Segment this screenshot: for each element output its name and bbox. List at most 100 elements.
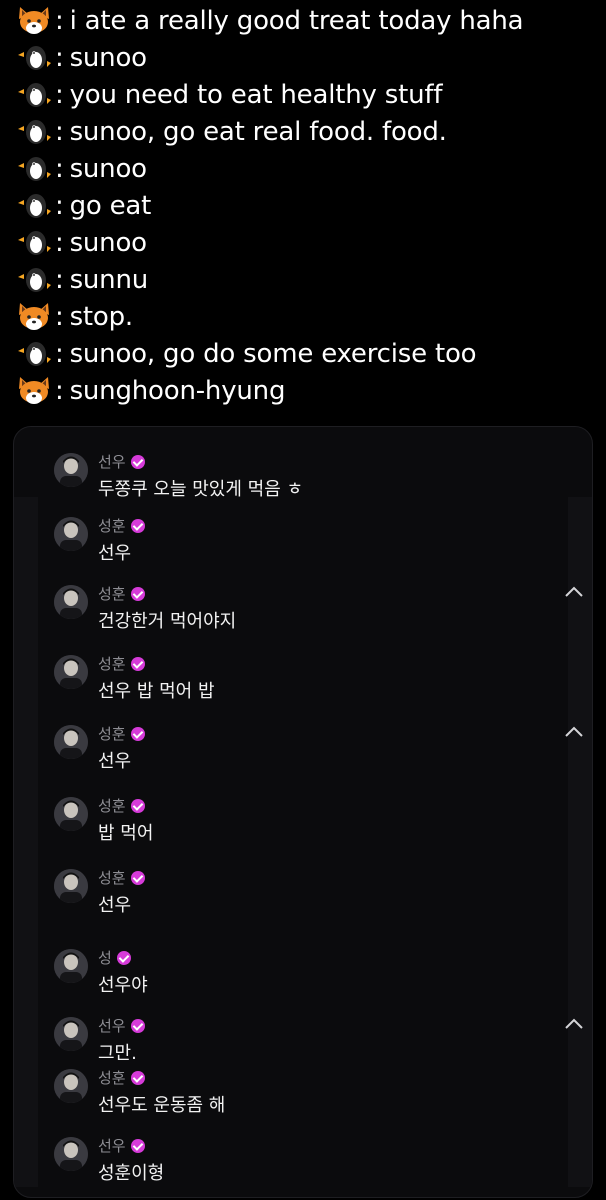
chat-message: 성훈 선우 (54, 723, 583, 783)
message-text: 건강한거 먹어야지 (98, 611, 237, 632)
chevron-up-icon[interactable] (563, 1017, 585, 1031)
avatar (54, 797, 88, 831)
message-text: 두쫑쿠 오늘 맛있게 먹음 ㅎ (98, 479, 304, 500)
translation-text: sunoo (69, 42, 148, 73)
translation-line: :i ate a really good treat today haha (14, 2, 524, 39)
chat-message: 성훈선우 (54, 515, 574, 575)
translation-text: go eat (69, 190, 152, 221)
translation-line: : go eat (14, 187, 151, 224)
penguin-icon (14, 78, 54, 112)
avatar (54, 585, 88, 619)
sender-name-text: 성훈 (98, 655, 126, 673)
penguin-icon (14, 152, 54, 186)
fox-face-icon (14, 4, 54, 38)
translation-line: : sunoo (14, 150, 147, 187)
translation-line: : sunoo, go do some exercise too (14, 335, 477, 372)
avatar (54, 725, 88, 759)
message-text: 선우야 (98, 975, 148, 996)
speaker-colon: : (55, 42, 64, 73)
translation-text: you need to eat healthy stuff (69, 79, 443, 110)
fox-face-icon (14, 300, 54, 334)
avatar (54, 655, 88, 689)
chat-message: 성선우야 (54, 947, 574, 1007)
sender-name-text: 성훈 (98, 797, 126, 815)
translation-line: : sunghoon-hyung (14, 372, 285, 409)
translation-text: sunghoon-hyung (69, 375, 286, 406)
speaker-colon: : (55, 375, 64, 406)
translation-line: : you need to eat healthy stuff (14, 76, 442, 113)
verified-badge-icon (130, 798, 145, 813)
sender-name-text: 성훈 (98, 869, 126, 887)
avatar (54, 1069, 88, 1103)
chat-screenshot-card: 선우 두쫑쿠 오늘 맛있게 먹음 ㅎ 성훈 선우 성훈 건강한거 먹어야지 성훈 선우 밥 먹… (13, 426, 593, 1198)
sender-name: 성훈 (98, 1067, 145, 1088)
translation-text: sunoo (69, 227, 148, 258)
chevron-up-icon[interactable] (563, 585, 585, 599)
sender-name: 선우 (98, 1015, 145, 1036)
sender-name: 선우 (98, 1135, 145, 1156)
chat-message: 선우성훈이형 (54, 1135, 574, 1195)
sender-name: 성훈 (98, 515, 145, 536)
fox-face-icon (14, 374, 54, 408)
chevron-up-icon[interactable] (563, 725, 585, 739)
message-text: 성훈이형 (98, 1163, 165, 1184)
sender-name-text: 성 (98, 949, 112, 967)
verified-badge-icon (116, 950, 131, 965)
translation-line: : sunoo (14, 39, 147, 76)
avatar (54, 517, 88, 551)
message-text: 선우 (98, 543, 132, 564)
speaker-colon: : (55, 153, 64, 184)
avatar (54, 1137, 88, 1171)
sender-name-text: 성훈 (98, 585, 126, 603)
card-edge-left (14, 497, 38, 1187)
verified-badge-icon (130, 518, 145, 533)
speaker-colon: : (55, 5, 64, 36)
sender-name-text: 선우 (98, 1017, 126, 1035)
penguin-icon (14, 41, 54, 75)
speaker-colon: : (55, 116, 64, 147)
speaker-colon: : (55, 338, 64, 369)
sender-name: 성훈 (98, 723, 145, 744)
translation-line: : sunnu (14, 261, 148, 298)
verified-badge-icon (130, 870, 145, 885)
avatar (54, 869, 88, 903)
translation-text: sunoo, go do some exercise too (69, 338, 477, 369)
speaker-colon: : (55, 301, 64, 332)
avatar (54, 1017, 88, 1051)
chat-message: 성훈선우 (54, 867, 574, 927)
penguin-icon (14, 337, 54, 371)
sender-name-text: 성훈 (98, 725, 126, 743)
sender-name-text: 성훈 (98, 1069, 126, 1087)
sender-name: 성 (98, 947, 131, 968)
message-text: 선우 밥 먹어 밥 (98, 681, 215, 702)
verified-badge-icon (130, 1018, 145, 1033)
verified-badge-icon (130, 586, 145, 601)
message-text: 선우 (98, 895, 132, 916)
verified-badge-icon (130, 656, 145, 671)
verified-badge-icon (130, 454, 145, 469)
speaker-colon: : (55, 190, 64, 221)
message-text: 선우도 운동좀 해 (98, 1095, 226, 1116)
sender-name: 성훈 (98, 867, 145, 888)
translation-line: : sunoo, go eat real food. food. (14, 113, 447, 150)
translation-text: sunoo (69, 153, 148, 184)
avatar (54, 453, 88, 487)
verified-badge-icon (130, 726, 145, 741)
avatar (54, 949, 88, 983)
translation-text: sunnu (69, 264, 149, 295)
chat-message: 성훈선우도 운동좀 해 (54, 1067, 574, 1127)
chat-message: 성훈건강한거 먹어야지 (54, 583, 583, 643)
chat-message: 선우두쫑쿠 오늘 맛있게 먹음 ㅎ (54, 451, 574, 511)
penguin-icon (14, 226, 54, 260)
chat-message: 성훈 밥 먹어 (54, 795, 574, 855)
verified-badge-icon (130, 1138, 145, 1153)
translation-line: : sunoo (14, 224, 147, 261)
sender-name-text: 선우 (98, 1137, 126, 1155)
translation-text: stop. (69, 301, 134, 332)
verified-badge-icon (130, 1070, 145, 1085)
sender-name: 성훈 (98, 795, 145, 816)
sender-name: 성훈 (98, 653, 145, 674)
translation-text: sunoo, go eat real food. food. (69, 116, 447, 147)
sender-name: 성훈 (98, 583, 145, 604)
sender-name: 선우 (98, 451, 145, 472)
